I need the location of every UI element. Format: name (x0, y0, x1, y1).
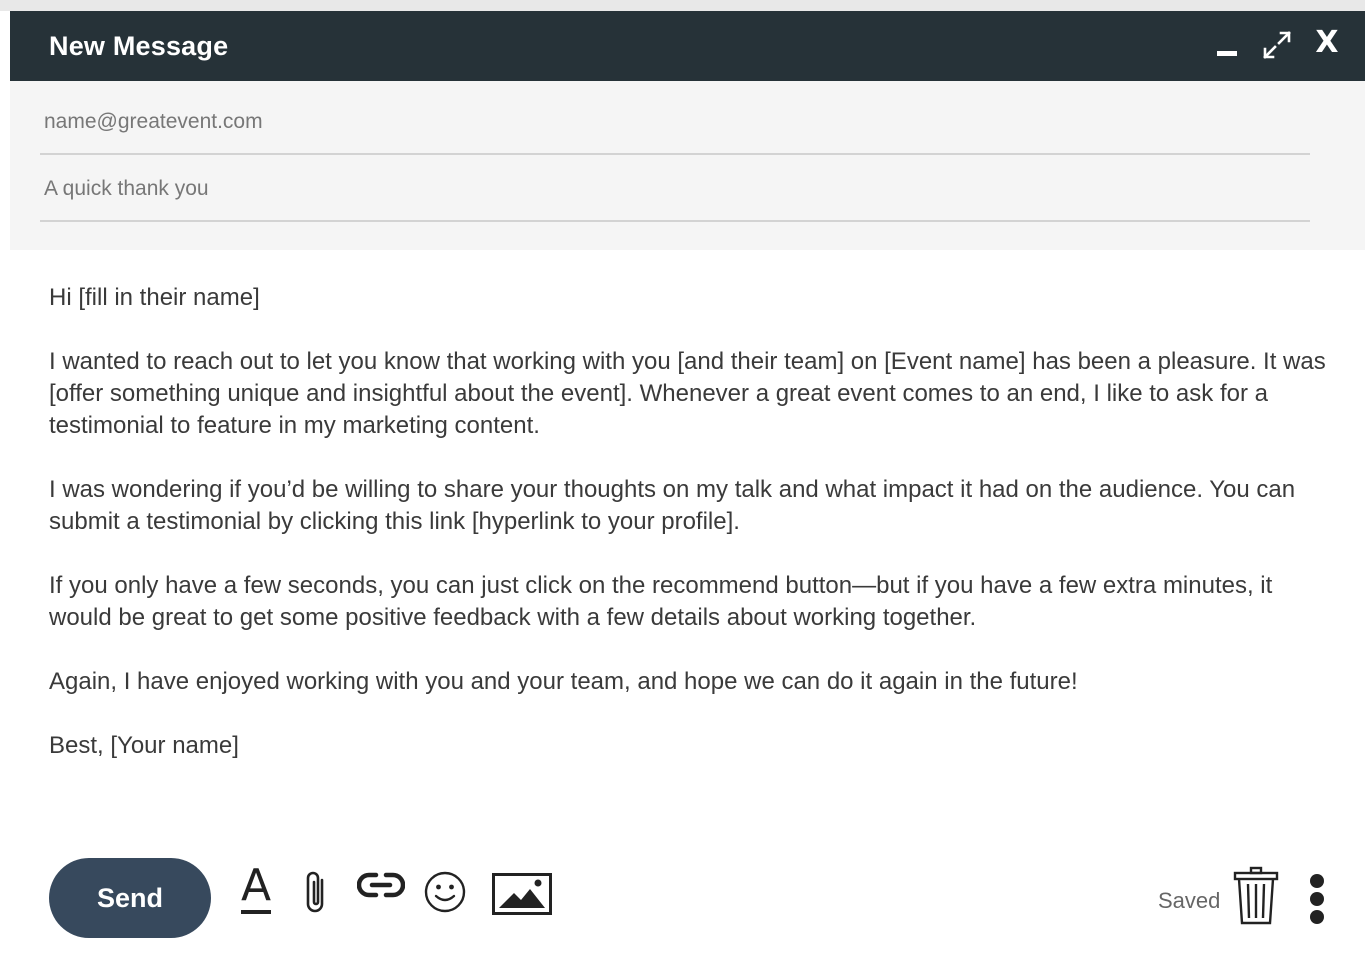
body-paragraph: I wanted to reach out to let you know th… (49, 348, 1326, 439)
text-format-icon[interactable]: A (238, 864, 274, 914)
to-field[interactable] (40, 91, 1310, 155)
send-button[interactable]: Send (49, 858, 211, 938)
compose-title-bar: New Message X (10, 11, 1365, 81)
more-dot (1310, 910, 1324, 924)
expand-icon[interactable] (1261, 29, 1293, 61)
subject-field[interactable] (40, 158, 1310, 222)
text-format-underline (241, 910, 271, 914)
window-title: New Message (49, 31, 229, 61)
emoji-icon[interactable] (424, 871, 466, 913)
text-format-glyph: A (240, 860, 272, 911)
compose-toolbar: Send A Saved (0, 840, 1365, 958)
image-icon[interactable] (492, 873, 552, 915)
close-icon[interactable]: X (1312, 25, 1342, 61)
more-vertical-icon[interactable] (1306, 874, 1328, 924)
message-body[interactable]: Hi [fill in their name] I wanted to reac… (49, 282, 1339, 794)
trash-icon[interactable] (1233, 866, 1279, 926)
body-signoff: Best, [Your name] (49, 732, 239, 759)
link-icon[interactable] (356, 870, 406, 900)
paperclip-icon[interactable] (302, 868, 330, 916)
more-dot (1310, 892, 1324, 906)
body-paragraph: I was wondering if you’d be willing to s… (49, 476, 1296, 535)
more-dot (1310, 874, 1324, 888)
save-status: Saved (1158, 888, 1221, 913)
body-paragraph: Again, I have enjoyed working with you a… (49, 668, 1078, 695)
minimize-icon[interactable] (1217, 51, 1237, 56)
top-band (0, 0, 1365, 11)
body-paragraph: If you only have a few seconds, you can … (49, 572, 1273, 631)
body-greeting: Hi [fill in their name] (49, 284, 260, 311)
message-header-fields (10, 81, 1365, 250)
